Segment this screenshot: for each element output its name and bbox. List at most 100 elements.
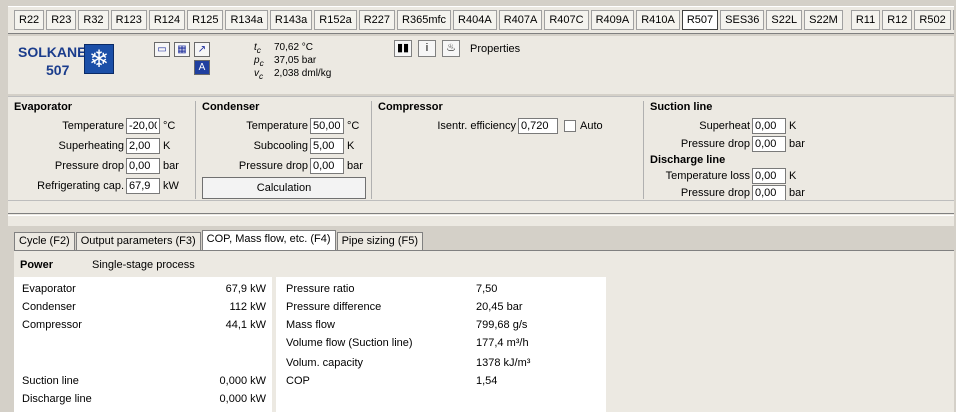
suction-pressure-drop-label: Pressure drop — [680, 138, 750, 150]
refrigerant-tab-r502[interactable]: R502 — [914, 10, 951, 30]
line-losses-panel: Suction line Superheat K Pressure drop b… — [644, 101, 954, 201]
power-row-label: Condenser — [22, 301, 76, 313]
grid-view-icon[interactable]: ▦ — [174, 42, 190, 57]
refrigerant-tab-r152a[interactable]: R152a — [314, 10, 357, 30]
suction-pressure-drop-field[interactable] — [752, 136, 786, 152]
result-row-label: Pressure ratio — [286, 283, 355, 295]
compressor-panel: Compressor Isentr. efficiency Auto — [372, 101, 644, 199]
power-row-label: Suction line — [22, 375, 79, 387]
evaporator-temperature-unit: °C — [163, 120, 176, 132]
power-subtitle: Single-stage process — [92, 259, 195, 271]
refrigerant-tab-r124[interactable]: R124 — [148, 10, 186, 30]
refrigerant-tab-r23[interactable]: R23 — [46, 10, 77, 30]
bottles-icon[interactable]: ▮▮ — [394, 40, 412, 57]
isentropic-efficiency-field[interactable] — [518, 118, 558, 134]
calculation-button[interactable]: Calculation — [202, 177, 366, 199]
table-view-icon[interactable]: ▭ — [154, 42, 170, 57]
discharge-pressure-drop-field[interactable] — [752, 185, 786, 201]
results-panel: Power Single-stage process Evaporator 67… — [14, 250, 954, 412]
result-row-value: 20,45 bar — [476, 301, 523, 313]
refrigerant-tab-s22l[interactable]: S22L — [766, 10, 803, 30]
result-row-label: Volume flow (Suction line) — [286, 337, 413, 349]
condenser-subcooling-field[interactable] — [310, 138, 344, 154]
info-icon[interactable]: i — [418, 40, 436, 57]
result-row-value: 1,54 — [476, 375, 498, 387]
condenser-subcooling-unit: K — [347, 140, 355, 152]
compressor-title: Compressor — [378, 101, 443, 113]
condenser-title: Condenser — [202, 101, 260, 113]
condenser-panel: Condenser Temperature °C Subcooling K Pr… — [196, 101, 372, 199]
refrigerant-tab-r123[interactable]: R123 — [110, 10, 147, 30]
result-row-value: 177,4 m³/h — [476, 337, 529, 349]
evaporator-superheating-field[interactable] — [126, 138, 160, 154]
suction-superheat-field[interactable] — [752, 118, 786, 134]
refrigerant-tab-r134a[interactable]: R134a — [225, 10, 268, 30]
refrigerant-tab-s22m[interactable]: S22M — [804, 10, 843, 30]
evaporator-temperature-label: Temperature — [62, 120, 124, 132]
power-row-value: 112 kW — [229, 301, 266, 313]
refrigerant-tab-r365mfc[interactable]: R365mfc — [397, 10, 452, 30]
result-row-value: 799,68 g/s — [476, 319, 528, 331]
header-panel: SOLKANE® 507 ❄ ▭ ▦ ↗ A tc 70,62 °C pc 37,0… — [8, 36, 954, 94]
refrigerant-tab-r12[interactable]: R12 — [882, 10, 913, 30]
result-row-value: 1378 kJ/m³ — [476, 357, 531, 369]
discharge-temperature-loss-label: Temperature loss — [665, 170, 750, 182]
refrigerant-tab-r227[interactable]: R227 — [358, 10, 396, 30]
evaporator-title: Evaporator — [14, 101, 73, 113]
refrigerant-tab-r407a[interactable]: R407A — [498, 10, 543, 30]
refrigerant-tab-r13b1[interactable]: R13B1 — [952, 10, 954, 30]
brand-number: 507 — [46, 62, 70, 78]
power-row-value: 44,1 kW — [225, 319, 266, 331]
result-tabs: Cycle (F2) Output parameters (F3) COP, M… — [14, 230, 424, 250]
parameter-panels: Evaporator Temperature °C Superheating K… — [8, 96, 954, 201]
evaporator-pressure-drop-unit: bar — [163, 160, 179, 172]
properties-toolbar: ▮▮ i ♨ Properties — [394, 40, 520, 57]
critical-temperature-readout: tc 70,62 °C — [254, 42, 314, 55]
refrigerant-tab-r32[interactable]: R32 — [78, 10, 109, 30]
discharge-temperature-loss-field[interactable] — [752, 168, 786, 184]
power-row-label: Evaporator — [22, 283, 76, 295]
condenser-temperature-field[interactable] — [310, 118, 344, 134]
snowflake-icon: ❄ — [84, 44, 114, 74]
properties-label[interactable]: Properties — [470, 43, 520, 55]
suction-line-title: Suction line — [650, 101, 713, 113]
suction-superheat-unit: K — [789, 120, 797, 132]
flame-icon[interactable]: ♨ — [442, 40, 460, 57]
evaporator-temperature-field[interactable] — [126, 118, 160, 134]
evaporator-pressure-drop-field[interactable] — [126, 158, 160, 174]
refrigerant-tab-r143a[interactable]: R143a — [269, 10, 313, 30]
refrigerant-tab-r407c[interactable]: R407C — [544, 10, 589, 30]
refrigerating-capacity-label: Refrigerating cap. — [37, 180, 124, 192]
tab-pipe-sizing[interactable]: Pipe sizing (F5) — [336, 232, 423, 250]
condenser-subcooling-label: Subcooling — [253, 140, 308, 152]
refrigerant-tab-r507[interactable]: R507 — [681, 10, 719, 30]
auto-checkbox[interactable] — [564, 120, 576, 132]
refrigerant-tab-r125[interactable]: R125 — [187, 10, 224, 30]
condenser-pressure-drop-field[interactable] — [310, 158, 344, 174]
refrigerant-tab-r11[interactable]: R11 — [850, 10, 881, 30]
cycle-diagram-icon[interactable]: A — [194, 60, 210, 75]
critical-pressure-readout: pc 37,05 bar — [254, 55, 317, 68]
auto-label: Auto — [580, 120, 603, 132]
tab-cycle[interactable]: Cycle (F2) — [14, 232, 75, 250]
condenser-pressure-drop-label: Pressure drop — [238, 160, 308, 172]
power-row-label: Discharge line — [22, 393, 92, 405]
condenser-temperature-unit: °C — [347, 120, 360, 132]
diagram-icon[interactable]: ↗ — [194, 42, 210, 57]
condenser-temperature-label: Temperature — [246, 120, 308, 132]
refrigerant-tab-r404a[interactable]: R404A — [453, 10, 497, 30]
refrigerating-capacity-unit: kW — [163, 180, 179, 192]
tab-output-parameters[interactable]: Output parameters (F3) — [75, 232, 201, 250]
tab-cop-mass-flow[interactable]: COP, Mass flow, etc. (F4) — [201, 230, 336, 250]
splitter[interactable] — [8, 200, 954, 226]
refrigerating-capacity-field[interactable] — [126, 178, 160, 194]
suction-superheat-label: Superheat — [699, 120, 750, 132]
refrigerant-tab-r409a[interactable]: R409A — [590, 10, 635, 30]
power-row-value: 67,9 kW — [225, 283, 266, 295]
power-row-label: Compressor — [22, 319, 82, 331]
refrigerant-tab-ses36[interactable]: SES36 — [720, 10, 765, 30]
power-row-value: 0,000 kW — [219, 393, 266, 405]
result-row-label: Mass flow — [286, 319, 335, 331]
refrigerant-tab-r410a[interactable]: R410A — [636, 10, 680, 30]
refrigerant-tab-r22[interactable]: R22 — [14, 10, 45, 30]
